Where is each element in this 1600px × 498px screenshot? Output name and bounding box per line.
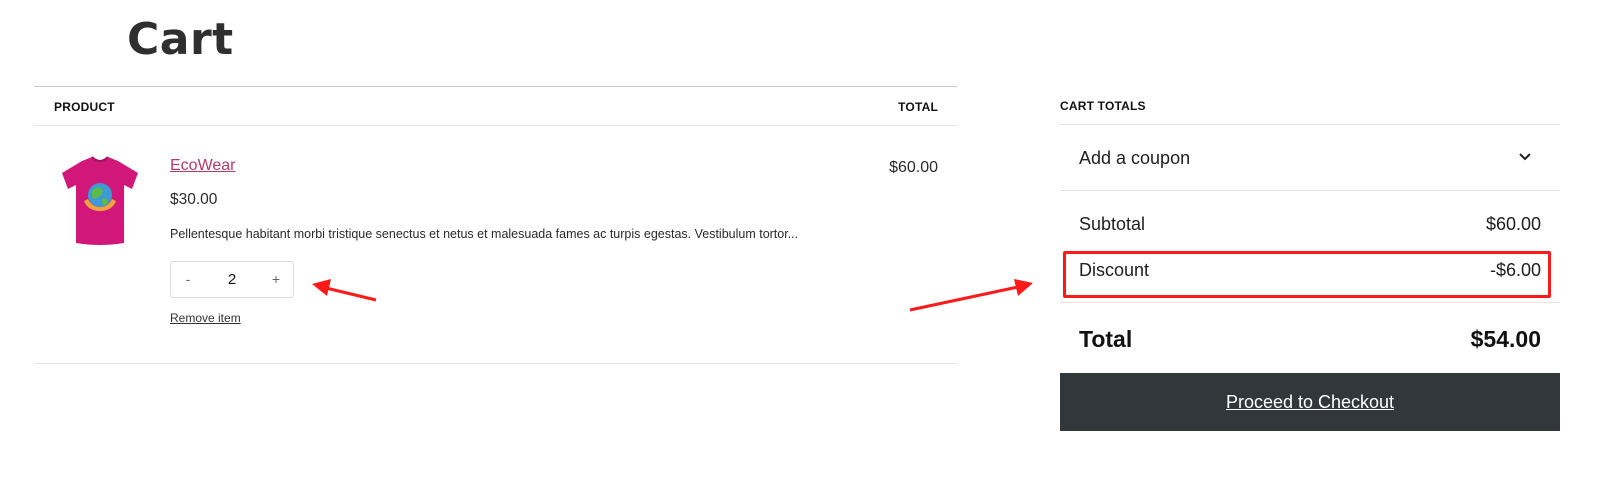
product-description: Pellentesque habitant morbi tristique se… — [170, 227, 799, 241]
divider — [1060, 302, 1560, 303]
cart-totals-heading: CART TOTALS — [1060, 99, 1146, 113]
coupon-label: Add a coupon — [1079, 148, 1191, 168]
column-header-product: PRODUCT — [54, 100, 115, 114]
line-total: $60.00 — [889, 159, 938, 176]
cart-table: PRODUCT TOTAL EcoWear $30.00 Pellentesqu… — [34, 86, 957, 364]
discount-highlight-box — [1063, 251, 1551, 298]
quantity-decrease-button[interactable]: - — [171, 262, 205, 297]
subtotal-value: $60.00 — [1485, 214, 1541, 234]
quantity-input[interactable]: 2 — [205, 262, 259, 297]
product-name-link[interactable]: EcoWear — [170, 157, 236, 175]
subtotal-label: Subtotal — [1079, 214, 1146, 234]
order-total-value: $54.00 — [1470, 326, 1541, 352]
add-coupon-toggle[interactable]: Add a coupon — [1060, 126, 1560, 192]
quantity-increase-button[interactable]: + — [259, 262, 293, 297]
divider — [1060, 190, 1560, 191]
tshirt-icon[interactable] — [58, 153, 142, 249]
column-header-total: TOTAL — [898, 100, 938, 114]
divider — [1060, 124, 1560, 125]
quantity-stepper: - 2 + — [170, 261, 294, 298]
page-title: Cart — [127, 14, 234, 65]
table-header-row: PRODUCT TOTAL — [34, 87, 957, 126]
product-unit-price: $30.00 — [170, 191, 218, 208]
proceed-to-checkout-button[interactable]: Proceed to Checkout — [1060, 373, 1560, 431]
remove-item-link[interactable]: Remove item — [170, 311, 241, 325]
chevron-down-icon — [1519, 153, 1531, 161]
order-total-label: Total — [1079, 326, 1133, 352]
